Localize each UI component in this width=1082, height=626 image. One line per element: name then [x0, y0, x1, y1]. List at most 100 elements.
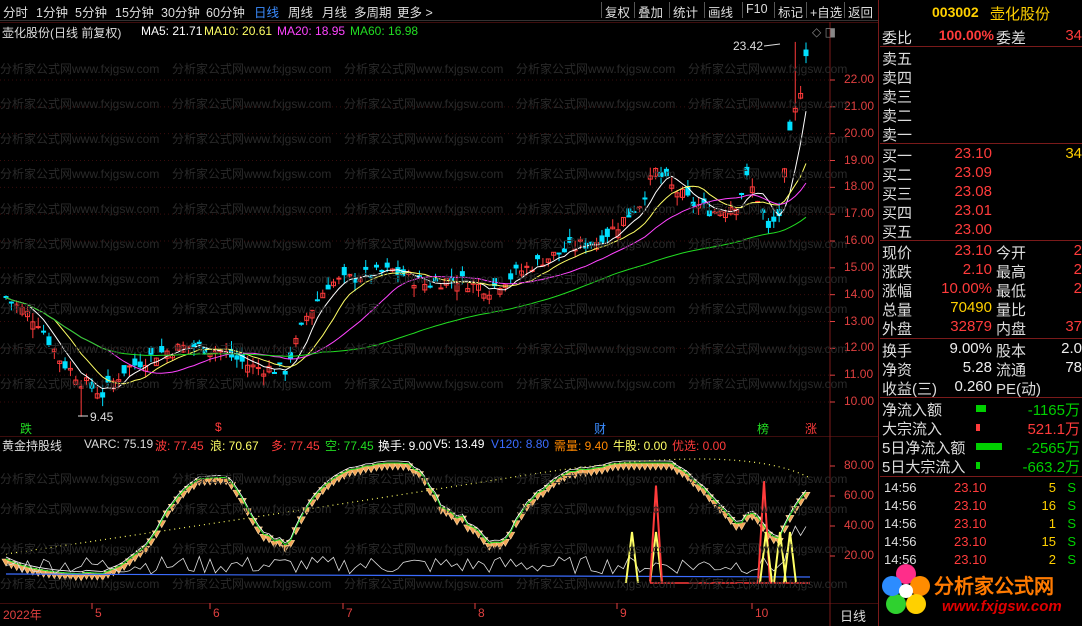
buy-row: 买一 23.10 34: [880, 145, 1082, 165]
indicator-legend-2: 浪: 70.67: [210, 439, 259, 453]
indicator-axis-label: 80.00: [844, 458, 875, 472]
candle-body: [739, 193, 745, 196]
event-marker-2[interactable]: 财: [594, 420, 606, 437]
candle-body: [803, 49, 809, 57]
indicator-chart[interactable]: 黄金持股线 VARC: 75.19 波: 77.45 浪: 70.67 多: 77.45…: [0, 436, 878, 603]
flow-value: 521.1万: [1027, 421, 1080, 438]
fund-label-2: 股本: [996, 343, 1027, 360]
logo-text: 分析家公式网: [934, 576, 1054, 598]
price-axis-label: 11.00: [844, 367, 874, 382]
candle-body: [325, 284, 331, 290]
tick-price: 23.10: [954, 498, 987, 513]
candle-body: [642, 197, 648, 200]
toolbar-separator: [669, 2, 670, 18]
flow-label: 大宗流入: [882, 421, 943, 438]
low-price-label: 9.45: [90, 410, 114, 424]
indicator-legend-5: 换手: 9.00: [378, 439, 433, 453]
stat-value-2: 37: [1065, 318, 1082, 335]
period-0[interactable]: 分时: [3, 2, 28, 21]
period-3[interactable]: 15分钟: [115, 2, 154, 21]
period-5[interactable]: 60分钟: [206, 2, 245, 21]
event-marker-4[interactable]: 涨: [805, 420, 817, 437]
event-marker-1[interactable]: $: [215, 420, 222, 434]
signal-spike: [783, 531, 797, 584]
v120-line: [5, 573, 811, 578]
period-tab-daily[interactable]: 日线: [840, 606, 866, 625]
event-marker-0[interactable]: 跌: [20, 420, 32, 437]
toolbar-button-5[interactable]: 标记: [778, 2, 803, 21]
candle-body: [384, 262, 390, 268]
buy-volume: 34: [1065, 145, 1082, 162]
candle-body: [561, 248, 567, 253]
toolbar-button-4[interactable]: F10: [746, 2, 768, 16]
logo: 分析家公式网 www.fxjgsw.com: [876, 558, 1082, 626]
buy-label: 买二: [882, 167, 913, 184]
toolbar-button-7[interactable]: 返回: [848, 2, 873, 21]
toolbar-button-0[interactable]: 复权: [605, 2, 630, 21]
month-label: 9: [620, 606, 627, 620]
candle-body: [8, 301, 14, 304]
fund-label: 收益(三): [882, 381, 937, 398]
toolbar-button-2[interactable]: 统计: [673, 2, 698, 21]
period-4[interactable]: 30分钟: [161, 2, 200, 21]
buy-row: 买三 23.08: [880, 183, 1082, 203]
candle-body: [277, 362, 283, 365]
tick-time: 14:56: [884, 480, 917, 495]
period-6[interactable]: 日线: [254, 2, 279, 21]
candle-body: [126, 365, 132, 368]
tick-time: 14:56: [884, 534, 917, 549]
tick-time: 14:56: [884, 498, 917, 513]
kline-chart[interactable]: 壶化股份(日线 前复权) MA5: 21.71 MA10: 20.61 MA20: …: [0, 22, 878, 436]
indicator-legend-8: 需量: 9.40: [554, 439, 609, 453]
toolbar-separator: [634, 2, 635, 18]
candle-body: [626, 208, 632, 218]
candle-body: [288, 351, 294, 360]
fund-label: 换手: [882, 343, 913, 360]
weibi-row: 委比 100.00% 委差 34: [880, 27, 1082, 47]
candle-body: [685, 186, 691, 196]
stat-value-2: 2: [1073, 242, 1082, 259]
period-toolbar: 分时 1分钟 5分钟 15分钟 30分钟 60分钟 日线 周线 月线 多周期 更多 > 复权 叠加 统计画…: [0, 0, 878, 21]
candle-body: [787, 121, 793, 131]
event-marker-3[interactable]: 榜: [757, 420, 769, 437]
fund-label: 净资: [882, 362, 913, 379]
price-axis-label: 17.00: [844, 206, 875, 221]
fund-value-2: 78: [1065, 359, 1082, 376]
period-2[interactable]: 5分钟: [75, 2, 107, 21]
buy-price: 23.09: [954, 164, 992, 181]
chart-settings-icon[interactable]: ◇ ◨: [812, 25, 836, 39]
weibi-value: 100.00%: [938, 27, 994, 43]
toolbar-button-6[interactable]: +自选: [810, 2, 842, 21]
period-7[interactable]: 周线: [288, 2, 313, 21]
sell-label: 卖二: [882, 108, 913, 125]
year-label: 2022年: [3, 608, 42, 622]
period-10[interactable]: 更多 >: [397, 2, 433, 21]
period-1[interactable]: 1分钟: [36, 2, 68, 21]
candle-body: [706, 210, 712, 217]
buy-row: 买二 23.09: [880, 164, 1082, 184]
indicator-legend-9: 牛股: 0.00: [613, 439, 668, 453]
month-label: 6: [213, 606, 220, 620]
tick-volume: 16: [1041, 498, 1056, 513]
stat-label-2: 今开: [996, 245, 1027, 262]
weicha-label: 委差: [996, 30, 1027, 47]
candle-body: [62, 361, 68, 369]
stat-value: 10.00%: [941, 280, 992, 297]
high-price-label: 23.42: [733, 39, 764, 53]
period-9[interactable]: 多周期: [354, 2, 392, 21]
period-8[interactable]: 月线: [322, 2, 347, 21]
candle-body: [599, 235, 605, 245]
stat-label: 涨幅: [882, 283, 913, 300]
sell-label: 卖五: [882, 51, 913, 68]
toolbar-button-3[interactable]: 画线: [708, 2, 733, 21]
logo-url: www.fxjgsw.com: [942, 598, 1062, 615]
indicator-legend-4: 空: 77.45: [325, 439, 374, 453]
candle-body: [588, 241, 594, 245]
candle-body: [513, 264, 519, 269]
price-axis-label: 19.00: [844, 152, 875, 167]
candle-body: [637, 206, 643, 209]
toolbar-button-1[interactable]: 叠加: [638, 2, 663, 21]
candle-body: [427, 285, 433, 288]
price-axis-label: 22.00: [844, 72, 875, 86]
indicator-legend-0: VARC: 75.19: [84, 437, 154, 451]
